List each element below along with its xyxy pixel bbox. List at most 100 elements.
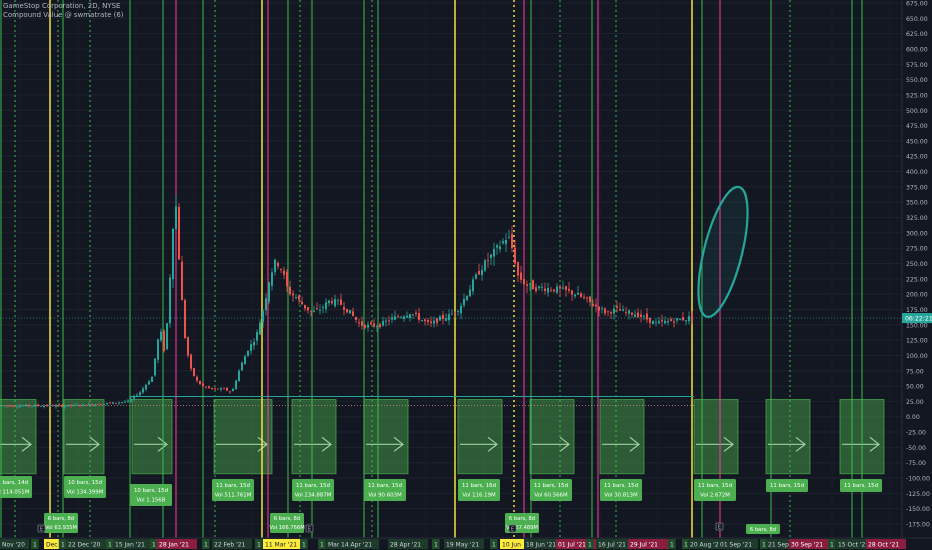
box-label[interactable]: 11 bars, 15d Vol 30.813M xyxy=(600,479,642,501)
candle-body xyxy=(100,404,102,406)
candle-body xyxy=(646,313,648,320)
candle-body xyxy=(364,325,366,328)
candle-body xyxy=(142,388,144,393)
candle-body xyxy=(583,297,585,299)
candle-body xyxy=(106,402,108,404)
box-label[interactable]: 11 bars, 15d xyxy=(766,479,808,492)
price-tick-label: -75.00 xyxy=(906,460,926,467)
candle-body xyxy=(340,299,342,305)
cycle-label[interactable]: 6 bars, 8d Vol 166.766M xyxy=(269,513,305,533)
price-tick-label: 550.00 xyxy=(906,77,928,84)
price-tick-label: 25.00 xyxy=(906,399,924,406)
box-label[interactable]: 11 bars, 15d Vol 60.566M xyxy=(530,479,572,501)
box-label-bars: 11 bars, 15d xyxy=(534,483,568,489)
price-tick-label: 650.00 xyxy=(906,16,928,23)
cycle-label[interactable]: 6 bars, 8d xyxy=(746,524,780,534)
price-axis[interactable]: 675.00 650.00 625.00 600.00 575.00 550.00 525.… xyxy=(901,0,932,550)
candle-body xyxy=(295,297,297,299)
box-label[interactable]: 11 bars, 15d Vol 2.672M xyxy=(694,479,736,501)
candle-body xyxy=(151,376,153,382)
candle-body xyxy=(247,350,249,356)
highlight-ellipse[interactable] xyxy=(688,182,757,321)
candle-body xyxy=(136,395,138,397)
candle-body xyxy=(160,331,162,341)
candle-body xyxy=(442,314,444,319)
candle-body xyxy=(406,315,408,318)
earnings-marker-text: E xyxy=(308,527,311,533)
candle-body xyxy=(661,319,663,322)
box-label-bars: 11 bars, 15d xyxy=(368,483,402,489)
candle-body xyxy=(253,342,255,346)
candle-body xyxy=(526,284,528,286)
candle-body xyxy=(283,270,285,275)
candle-body xyxy=(214,388,216,390)
time-tick-label: 20 Aug '21 xyxy=(690,542,723,549)
symbol-title[interactable]: GameStop Corporation, 2D, NYSE xyxy=(3,2,124,11)
box-label-volume: Vol 90.603M xyxy=(368,493,402,499)
candle-body xyxy=(250,344,252,351)
candle-body xyxy=(208,386,210,389)
box-label[interactable]: 11 bars, 15d Vol 90.603M xyxy=(364,479,406,501)
box-label[interactable]: 11 bars, 15d Vol 234.887M xyxy=(292,479,334,501)
candle-body xyxy=(316,308,318,310)
candle-body xyxy=(145,384,147,390)
box-label[interactable]: 11 bars, 14d Vol 114.051M xyxy=(0,476,32,498)
box-label[interactable]: 11 bars, 15d Vol 511.761M xyxy=(212,479,254,501)
candle-body xyxy=(394,316,396,320)
candle-body xyxy=(55,405,57,407)
candle-body xyxy=(157,339,159,360)
box-label[interactable]: 10 bars, 15d Vol 1.156B xyxy=(130,484,172,506)
candle-body xyxy=(610,312,612,314)
indicator-title[interactable]: Compound Value @ swmatrate (6) xyxy=(3,11,124,20)
candle-body xyxy=(484,260,486,271)
earnings-marker[interactable]: E xyxy=(305,524,314,533)
candle-body xyxy=(640,314,642,317)
candle-body xyxy=(358,322,360,324)
earnings-marker[interactable]: E xyxy=(715,522,724,531)
price-chart[interactable]: 11 bars, 14d Vol 114.051M 10 bars, 15d Vol … xyxy=(0,0,932,550)
time-axis[interactable]: Nov '20 1 Dec 1 22 Dec '20 1 15 Jan '21 1 28 Jan… xyxy=(0,537,932,550)
candle-body xyxy=(139,392,141,396)
time-tick-label: 1 xyxy=(670,542,674,549)
earnings-marker[interactable]: E xyxy=(37,524,46,533)
candle-body xyxy=(544,288,546,291)
time-tick-label: 10 Jun xyxy=(502,542,521,549)
earnings-marker[interactable]: E xyxy=(508,524,517,533)
range-box xyxy=(765,398,811,475)
box-label-volume: Vol 134.399M xyxy=(67,490,104,496)
box-label[interactable]: 10 bars, 15d Vol 134.399M xyxy=(64,476,106,498)
candle-body xyxy=(13,406,15,407)
candle-body xyxy=(412,314,414,316)
candle-body xyxy=(202,383,204,387)
time-tick-label: Nov '20 xyxy=(2,542,25,549)
candle-body xyxy=(472,279,474,292)
box-label-volume: Vol 114.051M xyxy=(0,490,30,496)
candle-body xyxy=(319,310,321,311)
candle-body xyxy=(520,272,522,280)
box-label[interactable]: 11 bars, 15d xyxy=(840,479,882,492)
box-label[interactable]: 11 bars, 16d Vol 116.19M xyxy=(458,479,500,501)
cycle-label[interactable]: 6 bars, 8d Vol 63.935M xyxy=(44,513,78,533)
time-tick-label: 19 May '21 xyxy=(446,542,479,549)
current-time-label: 06:22:21 xyxy=(905,316,932,323)
candle-body xyxy=(511,233,513,249)
candle-body xyxy=(37,404,39,406)
candle-body xyxy=(166,323,168,350)
price-tick-label: 400.00 xyxy=(906,169,928,176)
candle-body xyxy=(499,246,501,250)
candle-body xyxy=(562,287,564,289)
candle-body xyxy=(73,404,75,406)
range-box xyxy=(0,398,37,475)
time-tick-label: 1 xyxy=(588,542,592,549)
candle-body xyxy=(226,387,228,391)
candle-body xyxy=(400,317,402,318)
candle-body xyxy=(112,402,114,404)
candle-body xyxy=(649,317,651,323)
price-tick-label: 325.00 xyxy=(906,215,928,222)
price-tick-label: 200.00 xyxy=(906,292,928,299)
candle-body xyxy=(244,356,246,365)
candle-body xyxy=(388,320,390,322)
candle-body xyxy=(676,318,678,321)
price-tick-label: -25.00 xyxy=(906,430,926,437)
candle-body xyxy=(427,320,429,322)
